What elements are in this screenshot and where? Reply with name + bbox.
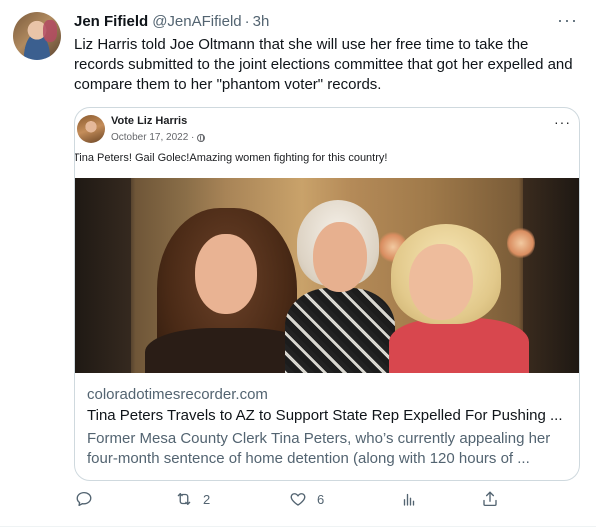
photo-lamp [507,226,535,260]
timestamp[interactable]: 3h [253,13,270,30]
fb-date-text: October 17, 2022 · [111,132,195,143]
share-button[interactable] [481,490,499,508]
heart-icon [290,493,306,506]
more-options-icon[interactable]: ··· [557,10,578,30]
action-bar: 2 6 [74,490,504,514]
retweet-count: 2 [203,491,211,507]
reply-icon [76,491,92,507]
photo-person-right-face [409,244,473,320]
fb-date: October 17, 2022 · [111,132,206,143]
globe-icon [197,133,206,142]
tweet-header: Jen Fifield @JenAFifield · 3h [74,13,269,33]
like-button[interactable]: 6 [289,490,324,508]
tweet-text: Liz Harris told Joe Oltmann that she wil… [74,36,573,93]
tweet[interactable]: Jen Fifield @JenAFifield · 3h ··· Liz Ha… [0,0,596,527]
fb-caption: Tina Peters! Gail Golec!Amazing women fi… [74,152,388,164]
link-card[interactable]: Vote Liz Harris October 17, 2022 · ··· T… [74,107,580,481]
retweet-button[interactable]: 2 [175,490,210,508]
photo-person-center-body [285,288,395,373]
reply-button[interactable] [75,490,93,508]
photo-person-right-body [389,318,529,373]
photo-curtain-left [75,178,131,373]
separator: · [244,13,250,30]
author-handle[interactable]: @JenAFifield [152,13,241,30]
fb-more-icon: ··· [554,114,571,130]
card-photo [75,178,579,373]
fb-page-name: Vote Liz Harris [111,115,188,127]
card-domain[interactable]: coloradotimesrecorder.com [87,386,268,403]
retweet-icon [177,493,191,505]
photo-curtain-right [523,178,579,373]
avatar[interactable] [13,12,61,60]
card-title[interactable]: Tina Peters Travels to AZ to Support Sta… [87,407,571,424]
photo-person-center-face [313,222,367,292]
card-description: Former Mesa County Clerk Tina Peters, wh… [87,430,551,467]
fb-avatar [77,115,105,143]
author-name[interactable]: Jen Fifield [74,13,148,30]
photo-person-left-face [195,234,257,314]
like-count: 6 [317,491,325,507]
views-icon [403,493,415,506]
views-button[interactable] [400,490,418,508]
share-icon [483,491,497,507]
